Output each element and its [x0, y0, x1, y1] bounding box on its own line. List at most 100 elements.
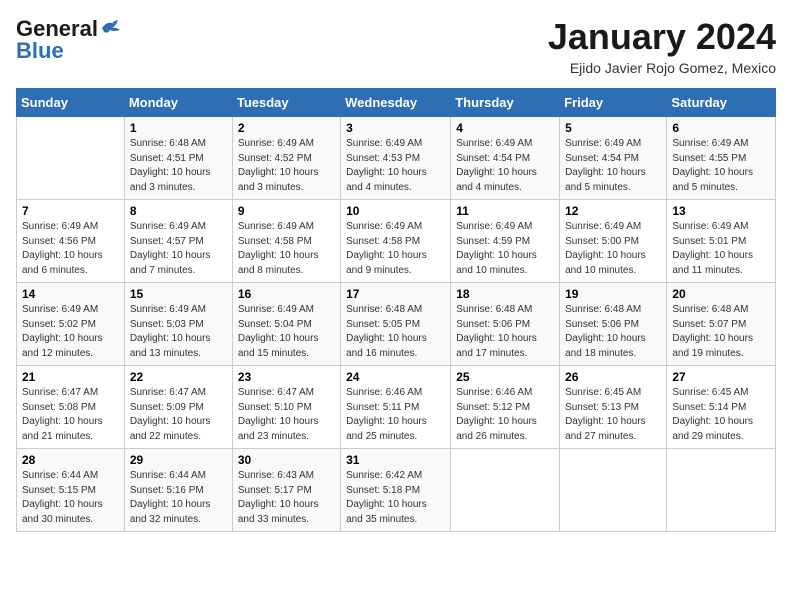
- calendar-cell: 11 Sunrise: 6:49 AM Sunset: 4:59 PM Dayli…: [451, 200, 560, 283]
- day-info: Sunrise: 6:49 AM Sunset: 5:01 PM Dayligh…: [672, 220, 770, 278]
- calendar-cell: 20Sunrise: 6:48 AM Sunset: 5:07 PM Dayli…: [667, 283, 776, 366]
- day-info: Sunrise: 6:49 AM Sunset: 4:58 PM Dayligh…: [346, 220, 445, 278]
- day-number: 24: [346, 370, 445, 384]
- calendar-cell: 28Sunrise: 6:44 AM Sunset: 5:15 PM Dayli…: [17, 449, 125, 532]
- day-number: 1: [130, 121, 227, 135]
- calendar-cell: 24 Sunrise: 6:46 AM Sunset: 5:11 PM Dayli…: [341, 366, 451, 449]
- day-number: 14: [22, 287, 119, 301]
- title-block: January 2024 Ejido Javier Rojo Gomez, Me…: [548, 16, 776, 76]
- calendar-cell: 13Sunrise: 6:49 AM Sunset: 5:01 PM Dayli…: [667, 200, 776, 283]
- day-number: 6: [672, 121, 770, 135]
- day-info: Sunrise: 6:43 AM Sunset: 5:17 PM Dayligh…: [238, 469, 335, 527]
- logo: General Blue: [16, 16, 122, 64]
- calendar-cell: 23 Sunrise: 6:47 AM Sunset: 5:10 PM Dayli…: [232, 366, 340, 449]
- day-info: Sunrise: 6:45 AM Sunset: 5:14 PM Dayligh…: [672, 386, 770, 444]
- column-header-monday: Monday: [124, 89, 232, 117]
- day-info: Sunrise: 6:42 AM Sunset: 5:18 PM Dayligh…: [346, 469, 445, 527]
- day-info: Sunrise: 6:49 AM Sunset: 4:55 PM Dayligh…: [672, 137, 770, 195]
- calendar-cell: 1 Sunrise: 6:48 AM Sunset: 4:51 PM Daylig…: [124, 117, 232, 200]
- day-info: Sunrise: 6:49 AM Sunset: 5:04 PM Dayligh…: [238, 303, 335, 361]
- column-header-friday: Friday: [560, 89, 667, 117]
- day-info: Sunrise: 6:49 AM Sunset: 4:53 PM Dayligh…: [346, 137, 445, 195]
- day-number: 9: [238, 204, 335, 218]
- day-number: 4: [456, 121, 554, 135]
- calendar-week-row: 1 Sunrise: 6:48 AM Sunset: 4:51 PM Daylig…: [17, 117, 776, 200]
- day-number: 26: [565, 370, 661, 384]
- calendar-cell: [17, 117, 125, 200]
- calendar-cell: 7 Sunrise: 6:49 AM Sunset: 4:56 PM Daylig…: [17, 200, 125, 283]
- day-number: 8: [130, 204, 227, 218]
- day-info: Sunrise: 6:48 AM Sunset: 5:06 PM Dayligh…: [565, 303, 661, 361]
- day-info: Sunrise: 6:44 AM Sunset: 5:16 PM Dayligh…: [130, 469, 227, 527]
- calendar-cell: 27 Sunrise: 6:45 AM Sunset: 5:14 PM Dayli…: [667, 366, 776, 449]
- day-info: Sunrise: 6:47 AM Sunset: 5:08 PM Dayligh…: [22, 386, 119, 444]
- column-header-saturday: Saturday: [667, 89, 776, 117]
- day-info: Sunrise: 6:49 AM Sunset: 4:56 PM Dayligh…: [22, 220, 119, 278]
- calendar-cell: 31 Sunrise: 6:42 AM Sunset: 5:18 PM Dayli…: [341, 449, 451, 532]
- day-number: 5: [565, 121, 661, 135]
- logo-blue: Blue: [16, 38, 64, 64]
- calendar-cell: 12 Sunrise: 6:49 AM Sunset: 5:00 PM Dayli…: [560, 200, 667, 283]
- day-number: 12: [565, 204, 661, 218]
- day-info: Sunrise: 6:49 AM Sunset: 4:54 PM Dayligh…: [565, 137, 661, 195]
- day-info: Sunrise: 6:47 AM Sunset: 5:09 PM Dayligh…: [130, 386, 227, 444]
- day-number: 20: [672, 287, 770, 301]
- day-number: 19: [565, 287, 661, 301]
- day-info: Sunrise: 6:49 AM Sunset: 4:54 PM Dayligh…: [456, 137, 554, 195]
- calendar-cell: 10Sunrise: 6:49 AM Sunset: 4:58 PM Dayli…: [341, 200, 451, 283]
- day-info: Sunrise: 6:45 AM Sunset: 5:13 PM Dayligh…: [565, 386, 661, 444]
- calendar-cell: 30Sunrise: 6:43 AM Sunset: 5:17 PM Dayli…: [232, 449, 340, 532]
- column-header-thursday: Thursday: [451, 89, 560, 117]
- day-number: 15: [130, 287, 227, 301]
- calendar-cell: 8 Sunrise: 6:49 AM Sunset: 4:57 PM Daylig…: [124, 200, 232, 283]
- day-info: Sunrise: 6:49 AM Sunset: 5:03 PM Dayligh…: [130, 303, 227, 361]
- calendar-week-row: 21 Sunrise: 6:47 AM Sunset: 5:08 PM Dayli…: [17, 366, 776, 449]
- day-info: Sunrise: 6:48 AM Sunset: 5:05 PM Dayligh…: [346, 303, 445, 361]
- day-number: 23: [238, 370, 335, 384]
- day-info: Sunrise: 6:49 AM Sunset: 4:57 PM Dayligh…: [130, 220, 227, 278]
- calendar-table: SundayMondayTuesdayWednesdayThursdayFrid…: [16, 88, 776, 532]
- calendar-cell: [451, 449, 560, 532]
- calendar-week-row: 14Sunrise: 6:49 AM Sunset: 5:02 PM Dayli…: [17, 283, 776, 366]
- calendar-cell: 5 Sunrise: 6:49 AM Sunset: 4:54 PM Daylig…: [560, 117, 667, 200]
- day-info: Sunrise: 6:49 AM Sunset: 4:59 PM Dayligh…: [456, 220, 554, 278]
- day-number: 7: [22, 204, 119, 218]
- column-header-wednesday: Wednesday: [341, 89, 451, 117]
- day-number: 11: [456, 204, 554, 218]
- calendar-cell: 18Sunrise: 6:48 AM Sunset: 5:06 PM Dayli…: [451, 283, 560, 366]
- day-number: 31: [346, 453, 445, 467]
- day-info: Sunrise: 6:47 AM Sunset: 5:10 PM Dayligh…: [238, 386, 335, 444]
- calendar-cell: 4 Sunrise: 6:49 AM Sunset: 4:54 PM Daylig…: [451, 117, 560, 200]
- day-info: Sunrise: 6:46 AM Sunset: 5:11 PM Dayligh…: [346, 386, 445, 444]
- calendar-cell: 17Sunrise: 6:48 AM Sunset: 5:05 PM Dayli…: [341, 283, 451, 366]
- calendar-cell: 21 Sunrise: 6:47 AM Sunset: 5:08 PM Dayli…: [17, 366, 125, 449]
- day-info: Sunrise: 6:49 AM Sunset: 4:52 PM Dayligh…: [238, 137, 335, 195]
- calendar-cell: 29 Sunrise: 6:44 AM Sunset: 5:16 PM Dayli…: [124, 449, 232, 532]
- page-header: General Blue January 2024 Ejido Javier R…: [16, 16, 776, 76]
- calendar-cell: 19 Sunrise: 6:48 AM Sunset: 5:06 PM Dayli…: [560, 283, 667, 366]
- calendar-cell: 9Sunrise: 6:49 AM Sunset: 4:58 PM Daylig…: [232, 200, 340, 283]
- calendar-week-row: 28Sunrise: 6:44 AM Sunset: 5:15 PM Dayli…: [17, 449, 776, 532]
- month-title: January 2024: [548, 16, 776, 58]
- calendar-week-row: 7 Sunrise: 6:49 AM Sunset: 4:56 PM Daylig…: [17, 200, 776, 283]
- calendar-cell: 26 Sunrise: 6:45 AM Sunset: 5:13 PM Dayli…: [560, 366, 667, 449]
- day-number: 16: [238, 287, 335, 301]
- calendar-cell: 25Sunrise: 6:46 AM Sunset: 5:12 PM Dayli…: [451, 366, 560, 449]
- calendar-header-row: SundayMondayTuesdayWednesdayThursdayFrid…: [17, 89, 776, 117]
- logo-bird-icon: [100, 18, 122, 36]
- day-number: 28: [22, 453, 119, 467]
- day-number: 2: [238, 121, 335, 135]
- day-number: 29: [130, 453, 227, 467]
- day-number: 25: [456, 370, 554, 384]
- calendar-cell: 6 Sunrise: 6:49 AM Sunset: 4:55 PM Daylig…: [667, 117, 776, 200]
- day-info: Sunrise: 6:49 AM Sunset: 5:00 PM Dayligh…: [565, 220, 661, 278]
- calendar-cell: 14Sunrise: 6:49 AM Sunset: 5:02 PM Dayli…: [17, 283, 125, 366]
- day-number: 18: [456, 287, 554, 301]
- day-number: 21: [22, 370, 119, 384]
- day-number: 27: [672, 370, 770, 384]
- calendar-cell: 2 Sunrise: 6:49 AM Sunset: 4:52 PM Daylig…: [232, 117, 340, 200]
- calendar-cell: 3Sunrise: 6:49 AM Sunset: 4:53 PM Daylig…: [341, 117, 451, 200]
- column-header-tuesday: Tuesday: [232, 89, 340, 117]
- day-number: 22: [130, 370, 227, 384]
- day-info: Sunrise: 6:48 AM Sunset: 4:51 PM Dayligh…: [130, 137, 227, 195]
